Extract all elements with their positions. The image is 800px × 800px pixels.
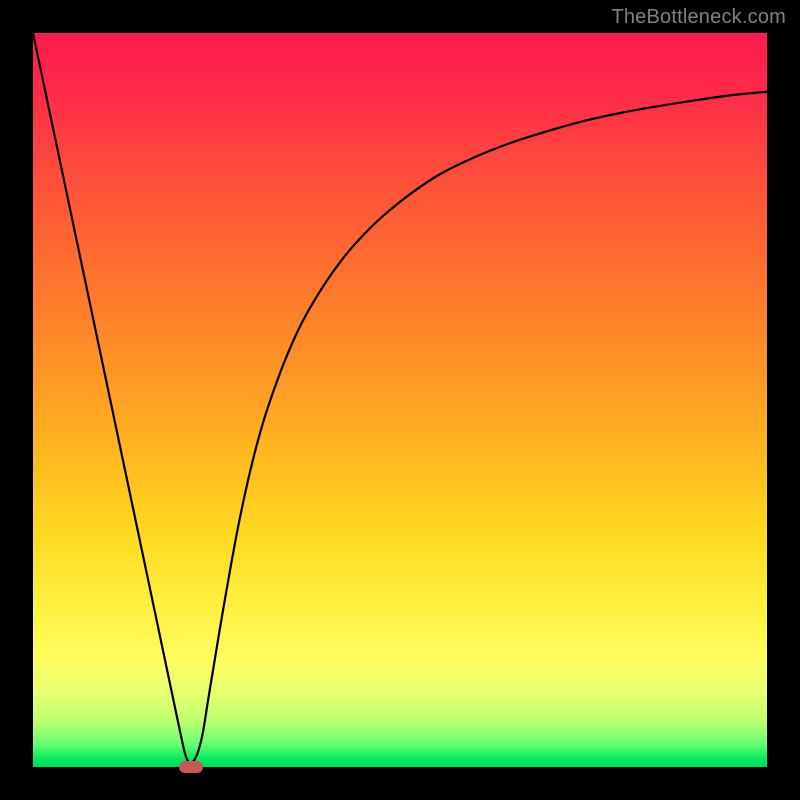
curve-layer [33, 33, 767, 767]
optimal-marker [179, 761, 203, 773]
bottleneck-curve [33, 33, 767, 763]
chart-frame: TheBottleneck.com [0, 0, 800, 800]
watermark-text: TheBottleneck.com [611, 6, 786, 29]
plot-area [33, 33, 767, 767]
